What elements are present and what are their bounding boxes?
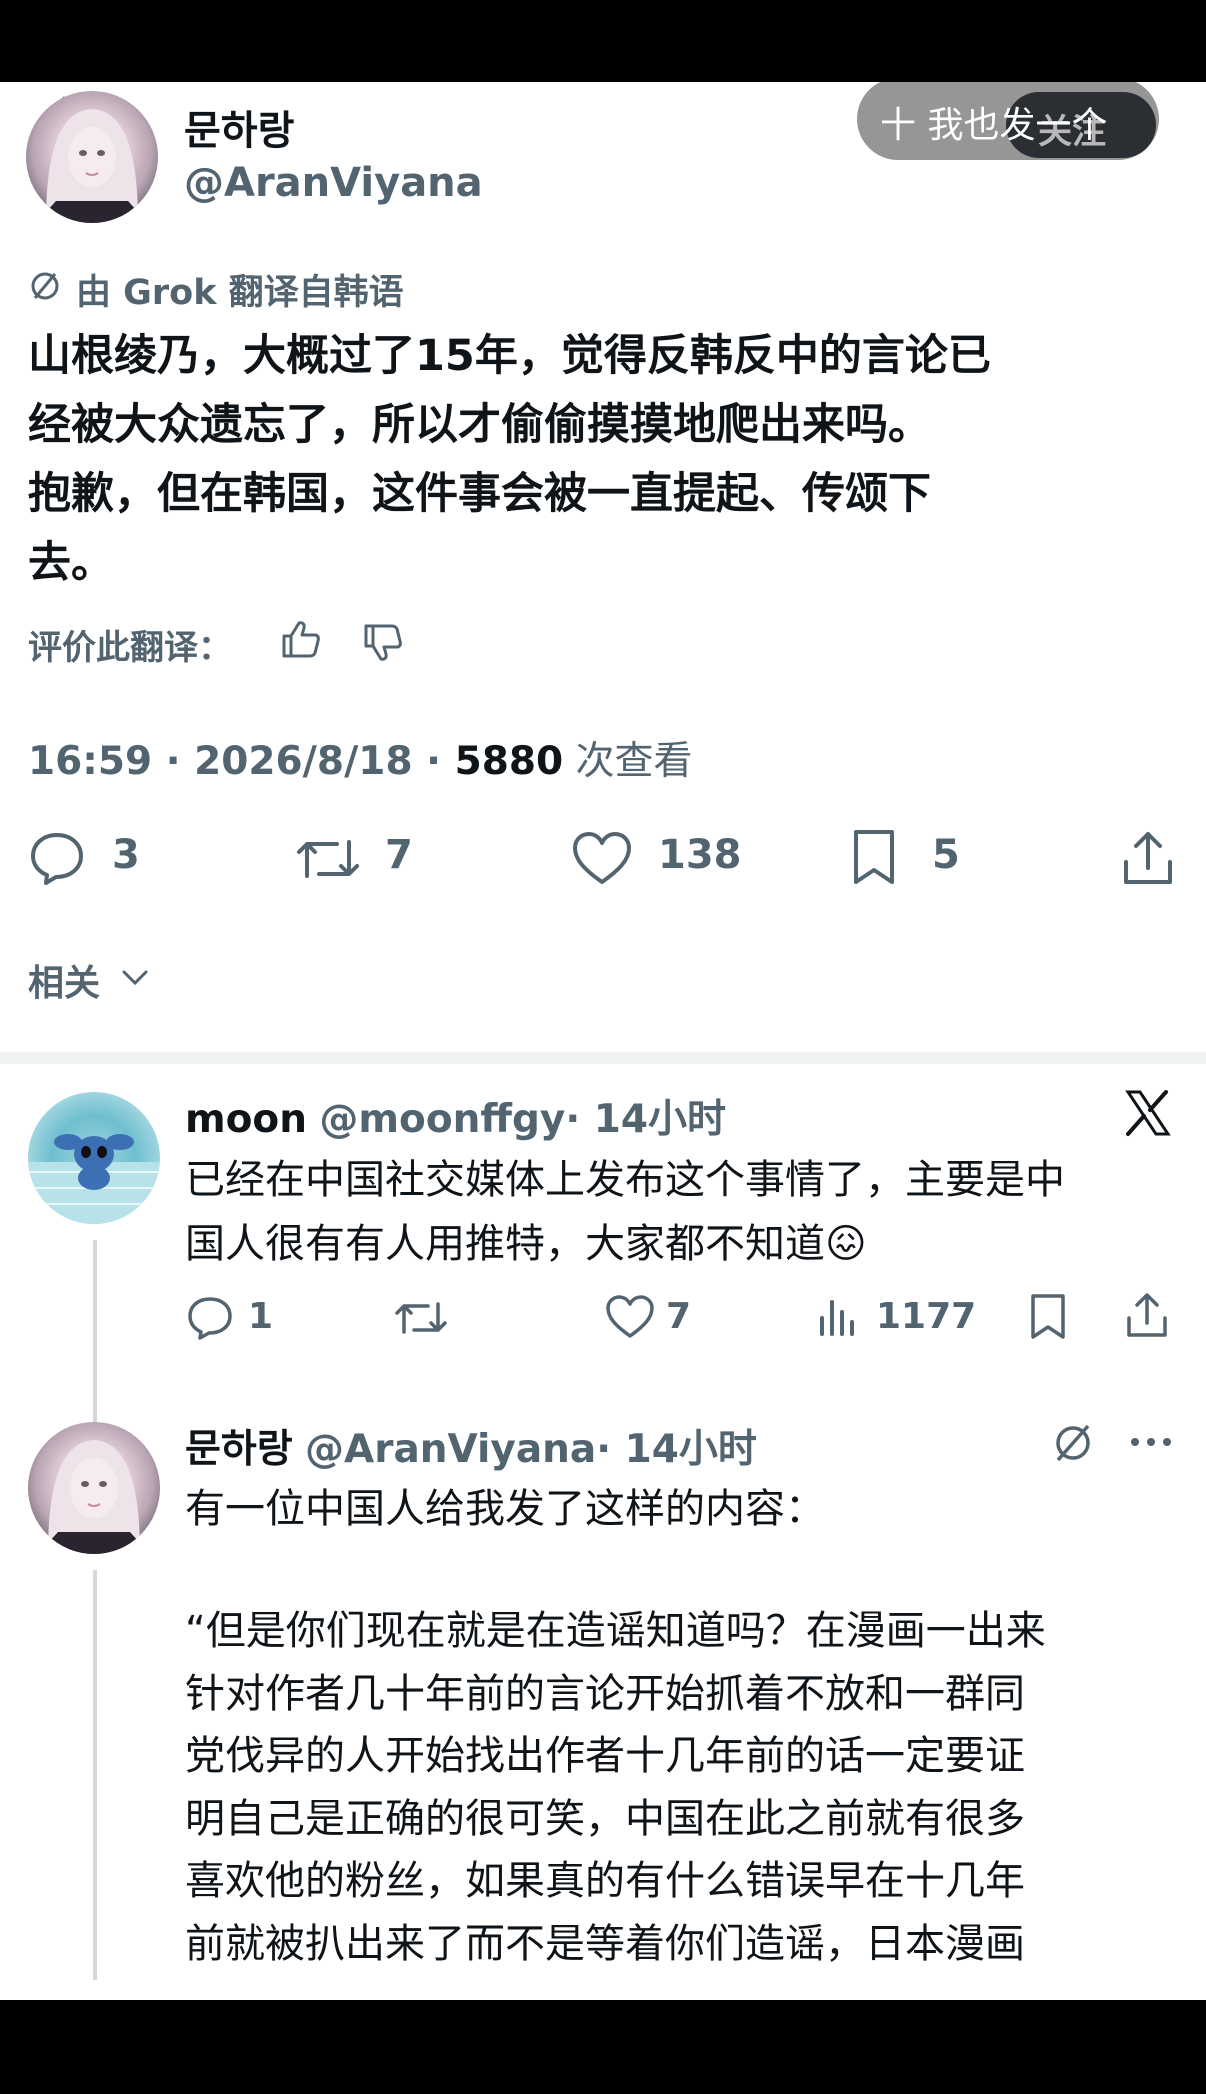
reply2-display-name[interactable]: 문하랑 [185, 1427, 293, 1472]
reply1-like-count: 7 [666, 1296, 692, 1337]
reply1-reply-icon[interactable] [186, 1294, 234, 1342]
reply2-quote: “但是你们现在就是在造谣知道吗？在漫画一出来 针对作者几十年前的言论开始抓着不放… [185, 1600, 1046, 1975]
author-handle[interactable]: @AranViyana [184, 160, 483, 206]
reply-count: 3 [112, 832, 140, 878]
views-label: 次查看 [575, 739, 693, 784]
rate-translation-label: 评价此翻译： [28, 628, 232, 668]
reply2-handle[interactable]: @AranViyana [305, 1427, 596, 1472]
views-icon[interactable] [816, 1294, 860, 1338]
author-display-name[interactable]: 문하랑 [184, 98, 294, 156]
bookmark-icon[interactable] [850, 828, 898, 888]
thread-line [93, 1570, 97, 1980]
translation-note: 由 Grok 翻译自韩语 [76, 273, 404, 313]
reply1-view-count: 1177 [876, 1296, 977, 1337]
reply-icon[interactable] [28, 829, 86, 887]
post-date: 2026/8/18 [194, 739, 413, 784]
reply2-quote-line: “但是你们现在就是在造谣知道吗？在漫画一出来 [185, 1608, 1046, 1654]
share-button-label[interactable]: 十 我也发一个 [880, 96, 1107, 148]
grok-slash-icon [28, 269, 62, 303]
like-count: 138 [658, 832, 742, 878]
tweet-page: 문하랑 @AranViyana 关注 十 我也发一个 由 Grok 翻译自韩语 … [0, 82, 1206, 2000]
reply1-body-line: 国人很有有人用推特，大家都不知道😖 [185, 1221, 867, 1267]
chevron-down-icon[interactable] [120, 968, 150, 988]
reply2-quote-line: 明自己是正确的很可笑，中国在此之前就有很多 [185, 1795, 1025, 1842]
reply1-share-icon[interactable] [1124, 1290, 1170, 1340]
reply1-handle[interactable]: @moonffgy [319, 1097, 565, 1142]
reply2-intro: 有一位中国人给我发了这样的内容： [185, 1486, 825, 1532]
reply1-body-line: 已经在中国社交媒体上发布这个事情了，主要是中 [185, 1157, 1065, 1203]
reply1-like-icon[interactable] [604, 1294, 656, 1340]
section-divider [0, 1052, 1206, 1064]
related-label[interactable]: 相关 [28, 954, 100, 1006]
share-icon[interactable] [1120, 828, 1176, 888]
more-icon[interactable] [1128, 1434, 1174, 1450]
like-icon[interactable] [571, 830, 633, 886]
reply2-avatar[interactable] [28, 1422, 160, 1554]
author-avatar[interactable] [26, 91, 158, 223]
grok-translate-icon[interactable] [1050, 1420, 1096, 1466]
reply2-time: · 14小时 [596, 1427, 757, 1472]
reply2-header: 문하랑 @AranViyana· 14小时 [185, 1418, 757, 1474]
repost-icon[interactable] [295, 832, 361, 886]
repost-count: 7 [385, 832, 413, 878]
reply1-repost-icon[interactable] [394, 1296, 448, 1340]
reply2-quote-line: 党伐异的人开始找出作者十几年前的话一定要证 [185, 1733, 1025, 1779]
post-meta: 16:59 · 2026/8/18 · 5880 次查看 [28, 739, 693, 784]
bookmark-count: 5 [932, 832, 960, 878]
post-time: 16:59 [28, 739, 153, 784]
reply2-quote-line: 喜欢他的粉丝，如果真的有什么错误早在十几年 [185, 1858, 1025, 1904]
reply1-bookmark-icon[interactable] [1028, 1292, 1068, 1342]
post-body-line: 经被大众遗忘了，所以才偷偷摸摸地爬出来吗。 [28, 400, 931, 450]
reply1-time: · 14小时 [565, 1097, 726, 1142]
views-count: 5880 [454, 739, 564, 784]
x-logo-icon [1122, 1088, 1172, 1138]
reply1-header: moon @moonffgy· 14小时 [185, 1088, 726, 1144]
post-body-line: 抱歉，但在韩国，这件事会被一直提起、传颂下 [28, 469, 931, 519]
reply1-body: 已经在中国社交媒体上发布这个事情了，主要是中 国人很有有人用推特，大家都不知道😖 [185, 1148, 1065, 1276]
thumbs-up-icon[interactable] [280, 618, 322, 660]
post-body-line: 山根绫乃，大概过了15年，觉得反韩反中的言论已 [28, 331, 991, 381]
post-body-line: 去。 [28, 538, 114, 588]
reply1-reply-count: 1 [248, 1296, 274, 1337]
reply1-display-name[interactable]: moon [185, 1097, 307, 1142]
thumbs-down-icon[interactable] [362, 622, 404, 664]
reply1-avatar[interactable] [28, 1092, 160, 1224]
reply2-quote-line: 前就被扒出来了而不是等着你们造谣，日本漫画 [185, 1920, 1025, 1967]
post-body: 山根绫乃，大概过了15年，觉得反韩反中的言论已 经被大众遗忘了，所以才偷偷摸摸地… [28, 322, 991, 598]
reply2-quote-line: 针对作者几十年前的言论开始抓着不放和一群同 [185, 1670, 1025, 1717]
